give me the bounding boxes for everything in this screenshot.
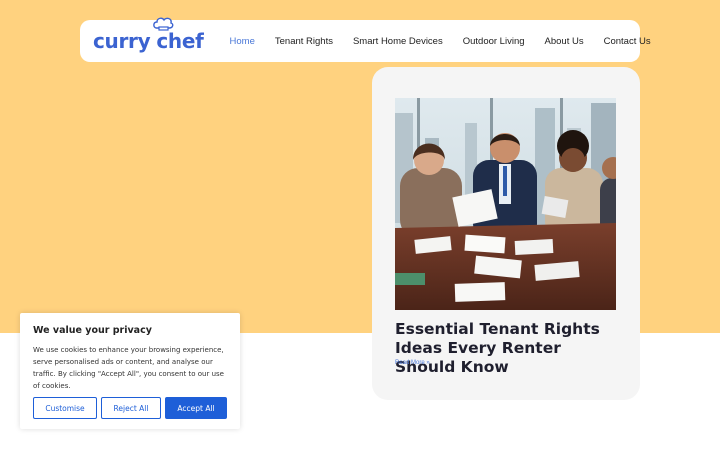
site-logo[interactable]: curry chef xyxy=(93,17,204,53)
post-title[interactable]: Essential Tenant Rights Ideas Every Rent… xyxy=(395,320,625,377)
main-nav: Home Tenant Rights Smart Home Devices Ou… xyxy=(230,36,671,47)
meeting-photo-illustration xyxy=(395,98,616,310)
customise-button[interactable]: Customise xyxy=(33,397,97,419)
nav-home[interactable]: Home xyxy=(230,36,255,47)
cookie-description: We use cookies to enhance your browsing … xyxy=(33,346,224,390)
nav-smart-home-devices[interactable]: Smart Home Devices xyxy=(353,36,443,47)
cookie-title: We value your privacy xyxy=(33,325,152,336)
read-more-link[interactable]: Read More » xyxy=(395,360,430,366)
chef-hat-icon xyxy=(153,17,174,31)
nav-tenant-rights[interactable]: Tenant Rights xyxy=(275,36,333,47)
nav-outdoor-living[interactable]: Outdoor Living xyxy=(463,36,525,47)
logo-text-curry: curry xyxy=(93,29,151,53)
cookie-actions: Customise Reject All Accept All xyxy=(33,397,227,419)
site-header: curry chef Home Tenant Rights Smart Home… xyxy=(80,17,651,62)
nav-about-us[interactable]: About Us xyxy=(545,36,584,47)
post-thumbnail[interactable] xyxy=(395,98,616,310)
cookie-consent-banner: We value your privacy We use cookies to … xyxy=(20,313,240,429)
reject-all-button[interactable]: Reject All xyxy=(101,397,161,419)
logo-text-chef-label: chef xyxy=(156,29,204,53)
nav-contact-us[interactable]: Contact Us xyxy=(604,36,651,47)
post-card: Essential Tenant Rights Ideas Every Rent… xyxy=(372,67,640,400)
accept-all-button[interactable]: Accept All xyxy=(165,397,227,419)
logo-text-chef: chef xyxy=(153,17,204,53)
